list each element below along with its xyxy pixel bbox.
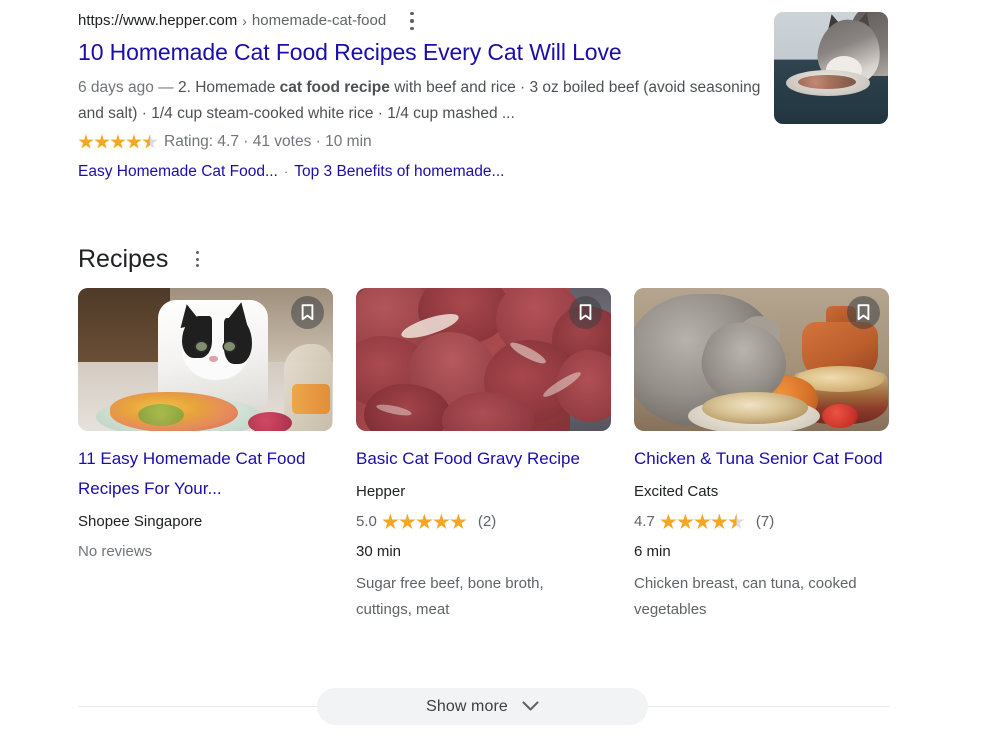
recipe-card-time: 6 min xyxy=(634,543,671,560)
kebab-dot-3 xyxy=(410,26,414,31)
recipes-kebab-menu-icon[interactable] xyxy=(186,247,208,271)
result-snippet: 6 days ago — 2. Homemade cat food recipe… xyxy=(78,75,768,127)
show-more-label: Show more xyxy=(426,697,508,715)
kebab-dot-2 xyxy=(410,19,414,23)
recipe-card-image[interactable] xyxy=(78,288,333,431)
bookmark-icon[interactable] xyxy=(569,296,602,329)
star-2 xyxy=(94,134,110,149)
sitelink-separator: · xyxy=(283,164,289,179)
star-2 xyxy=(677,513,694,529)
recipe-card-source: Excited Cats xyxy=(634,483,719,500)
card1-beet xyxy=(248,412,292,431)
recipe-card-ingredients: Sugar free beef, bone broth, cuttings, m… xyxy=(356,575,544,618)
bookmark-icon[interactable] xyxy=(291,296,324,329)
star-4 xyxy=(433,513,450,529)
bookmark-glyph xyxy=(857,304,870,321)
kebab-dot-1 xyxy=(195,251,199,255)
star-rating-icon xyxy=(660,513,745,531)
recipe-card-title[interactable]: Chicken & Tuna Senior Cat Food xyxy=(634,444,889,474)
card1-wall-left xyxy=(78,288,170,363)
result-rating-text: Rating: 4.7 · 41 votes · 10 min xyxy=(164,133,372,150)
recipe-card-rating-value: 5.0 xyxy=(356,513,377,530)
star-3 xyxy=(110,134,126,149)
kebab-dot-1 xyxy=(410,11,414,16)
card1-cat-nose xyxy=(209,356,218,362)
result-rating-row: Rating: 4.7 · 41 votes · 10 min xyxy=(78,130,778,154)
recipe-card-image[interactable] xyxy=(634,288,889,431)
result-url-row[interactable]: https://www.hepper.com › homemade-cat-fo… xyxy=(78,10,778,32)
star-1 xyxy=(660,513,677,529)
recipe-card-time: 30 min xyxy=(356,543,402,560)
bookmark-icon[interactable] xyxy=(847,296,880,329)
kebab-dot-3 xyxy=(195,263,199,267)
recipe-card-ingredients: Chicken breast, can tuna, cooked vegetab… xyxy=(634,575,857,618)
recipe-card-rating-value: 4.7 xyxy=(634,513,655,530)
recipe-card: Basic Cat Food Gravy Recipe Hepper 5.0 (… xyxy=(356,288,611,623)
snippet-text-part1: 2. Homemade xyxy=(177,79,280,96)
result-sitelinks: Easy Homemade Cat Food... · Top 3 Benefits… xyxy=(78,160,778,184)
recipe-card-title[interactable]: 11 Easy Homemade Cat Food Recipes For Yo… xyxy=(78,444,333,504)
star-2 xyxy=(399,513,416,529)
sitelink-1[interactable]: Easy Homemade Cat Food... xyxy=(78,163,278,180)
recipe-card-rating: No reviews xyxy=(78,539,333,565)
star-5 xyxy=(728,513,745,529)
star-4 xyxy=(711,513,728,529)
snippet-dash-glyph: — xyxy=(158,79,174,96)
star-rating-icon xyxy=(78,134,158,150)
recipe-card-rating: 5.0 (2) xyxy=(356,509,611,535)
star-1 xyxy=(382,513,399,529)
url-breadcrumb-separator: › xyxy=(242,13,247,29)
star-3 xyxy=(694,513,711,529)
recipe-card-rating-count: (7) xyxy=(755,513,775,530)
recipe-card-list: 11 Easy Homemade Cat Food Recipes For Yo… xyxy=(78,288,923,623)
recipe-card: Chicken & Tuna Senior Cat Food Excited C… xyxy=(634,288,889,623)
star-4 xyxy=(126,134,142,149)
result-url-domain: https://www.hepper.com xyxy=(78,12,238,29)
kebab-dot-2 xyxy=(195,257,199,261)
recipe-card-rating-count: (2) xyxy=(477,513,497,530)
card1-cat-patch-left xyxy=(182,316,212,358)
card1-food-greens xyxy=(138,404,184,426)
recipe-card: 11 Easy Homemade Cat Food Recipes For Yo… xyxy=(78,288,333,623)
show-more-button[interactable]: Show more xyxy=(317,688,648,725)
show-more-area: Show more xyxy=(78,688,890,728)
card1-bottle-label xyxy=(292,384,330,414)
organic-search-result: https://www.hepper.com › homemade-cat-fo… xyxy=(78,10,778,184)
snippet-bold-term: cat food recipe xyxy=(279,79,390,96)
card1-cat-eye-right xyxy=(224,342,235,351)
star-5 xyxy=(450,513,467,529)
recipe-card-source: Hepper xyxy=(356,483,406,500)
bookmark-glyph xyxy=(301,304,314,321)
star-3 xyxy=(416,513,433,529)
recipe-card-rating: 4.7 (7) xyxy=(634,509,889,535)
recipe-card-source: Shopee Singapore xyxy=(78,513,203,530)
recipes-section: Recipes 11 Easy Homemade Cat Food Recipe… xyxy=(78,240,923,623)
bookmark-glyph xyxy=(579,304,592,321)
chevron-down-icon xyxy=(522,701,539,712)
result-url-breadcrumb: homemade-cat-food xyxy=(251,12,387,29)
star-5 xyxy=(142,134,158,149)
sitelink-2[interactable]: Top 3 Benefits of homemade... xyxy=(294,163,504,180)
recipe-card-no-reviews: No reviews xyxy=(78,543,153,560)
result-title-link[interactable]: 10 Homemade Cat Food Recipes Every Cat W… xyxy=(78,38,778,66)
star-1 xyxy=(78,134,94,149)
card1-cat-eye-left xyxy=(196,342,207,351)
thumbnail-food xyxy=(798,75,856,89)
recipe-card-title[interactable]: Basic Cat Food Gravy Recipe xyxy=(356,444,611,474)
star-rating-icon xyxy=(382,513,467,531)
chevron-down-glyph xyxy=(522,701,539,711)
card3-plate-food xyxy=(702,392,808,424)
recipe-card-image[interactable] xyxy=(356,288,611,431)
card3-tomato xyxy=(822,404,858,428)
kebab-menu-icon[interactable] xyxy=(400,8,424,34)
recipes-section-title: Recipes xyxy=(78,245,169,273)
result-thumbnail-image[interactable] xyxy=(774,12,888,124)
recipes-section-header: Recipes xyxy=(78,240,923,278)
snippet-date: 6 days ago xyxy=(78,79,154,96)
